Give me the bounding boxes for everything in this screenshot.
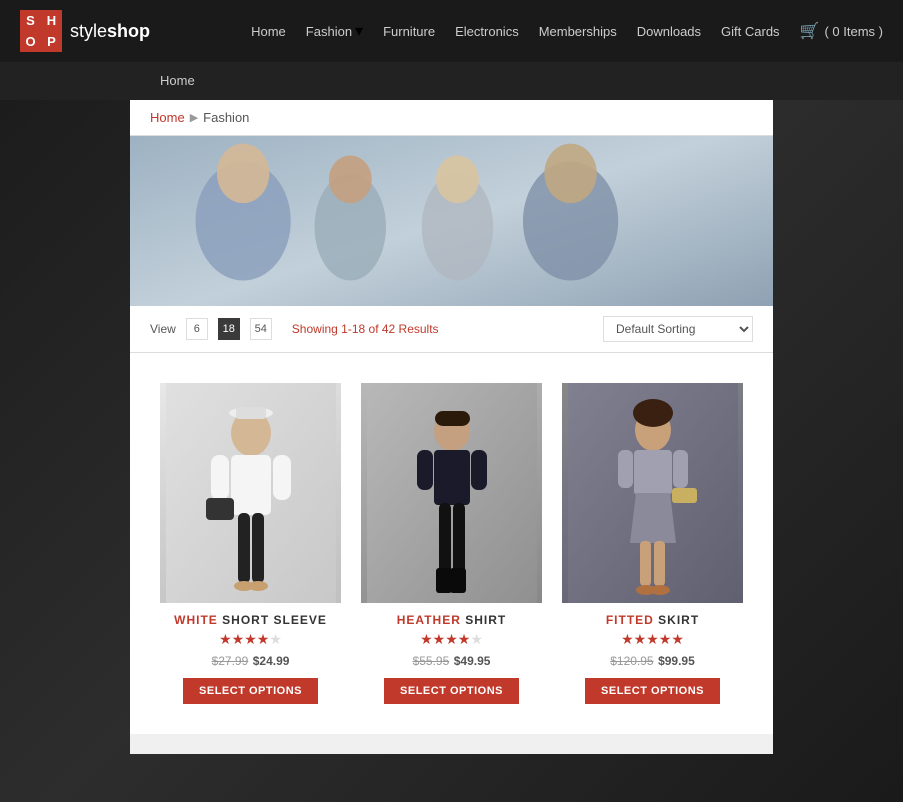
results-text: Showing 1-18 of 42 Results [292,322,439,336]
product-price-original-2: $55.95 [413,654,450,668]
view-18-button[interactable]: 18 [218,318,240,340]
nav-downloads[interactable]: Downloads [637,24,701,39]
logo-p: P [41,31,62,52]
product-price-sale-2: $49.95 [454,654,491,668]
product-grid: WHITE SHORT SLEEVE ★★★★★ $27.99 $24.99 S… [130,353,773,734]
view-label: View [150,322,176,336]
product-price-sale-1: $24.99 [253,654,290,668]
view-54-button[interactable]: 54 [250,318,272,340]
page-title: Home [160,73,195,88]
select-options-button-1[interactable]: Select Options [183,678,318,704]
product-name-accent-3: FITTED [606,613,654,627]
product-image-1 [160,383,341,603]
nav-memberships[interactable]: Memberships [539,24,617,39]
nav-gift-cards[interactable]: Gift Cards [721,24,780,39]
main-content: Home ▶ Fashion [130,100,773,754]
product-image-2 [361,383,542,603]
view-6-button[interactable]: 6 [186,318,208,340]
product-price-original-3: $120.95 [610,654,653,668]
nav-electronics[interactable]: Electronics [455,24,519,39]
page-wrapper: S H O P styleshop Home Fashion ▾ Furnitu… [0,0,903,802]
nav-fashion-wrapper: Fashion ▾ [306,21,363,41]
product-price-2: $55.95 $49.95 [361,652,542,670]
banner-image [130,136,773,306]
product-card-2: HEATHER SHIRT ★★★★★ $55.95 $49.95 Select… [351,373,552,714]
logo-text: styleshop [70,21,150,42]
sort-select[interactable]: Default Sorting [603,316,753,342]
logo-s: S [20,10,41,31]
logo-box: S H O P [20,10,62,52]
product-figure-2 [367,383,537,603]
breadcrumb: Home ▶ Fashion [130,100,773,136]
logo-shop-text: shop [107,21,150,41]
toolbar: View 6 18 54 Showing 1-18 of 42 Results … [130,306,773,353]
header: S H O P styleshop Home Fashion ▾ Furnitu… [0,0,903,62]
logo[interactable]: S H O P styleshop [20,10,150,52]
product-name-3: FITTED SKIRT [562,613,743,627]
product-card-3: FITTED SKIRT ★★★★★ $120.95 $99.95 Select… [552,373,753,714]
category-banner [130,136,773,306]
breadcrumb-home[interactable]: Home [150,110,185,125]
product-name-accent-2: HEATHER [397,613,461,627]
select-options-button-3[interactable]: Select Options [585,678,720,704]
nav-fashion[interactable]: Fashion [306,24,352,39]
logo-o: O [20,31,41,52]
main-nav: Home Fashion ▾ Furniture Electronics Mem… [251,21,883,41]
breadcrumb-separator: ▶ [190,111,198,124]
page-title-bar: Home [0,62,903,100]
product-card-1: WHITE SHORT SLEEVE ★★★★★ $27.99 $24.99 S… [150,373,351,714]
cart-label: ( 0 Items ) [824,24,883,39]
product-figure-1 [166,383,336,603]
product-name-accent-1: WHITE [174,613,218,627]
product-name-2: HEATHER SHIRT [361,613,542,627]
star-empty-2: ★ [470,631,483,647]
select-options-button-2[interactable]: Select Options [384,678,519,704]
product-stars-1: ★★★★★ [160,631,341,648]
product-figure-3 [568,383,738,603]
product-stars-3: ★★★★★ [562,631,743,648]
breadcrumb-current: Fashion [203,110,249,125]
product-price-sale-3: $99.95 [658,654,695,668]
nav-home[interactable]: Home [251,24,286,39]
cart-icon: 🛒 [800,21,820,41]
nav-furniture[interactable]: Furniture [383,24,435,39]
product-image-3 [562,383,743,603]
logo-h: H [41,10,62,31]
logo-style: style [70,21,107,41]
star-empty-1: ★ [269,631,282,647]
product-price-1: $27.99 $24.99 [160,652,341,670]
product-name-1: WHITE SHORT SLEEVE [160,613,341,627]
product-price-3: $120.95 $99.95 [562,652,743,670]
product-stars-2: ★★★★★ [361,631,542,648]
nav-fashion-arrow: ▾ [355,21,363,41]
product-price-original-1: $27.99 [212,654,249,668]
cart-area[interactable]: 🛒 ( 0 Items ) [800,21,883,41]
